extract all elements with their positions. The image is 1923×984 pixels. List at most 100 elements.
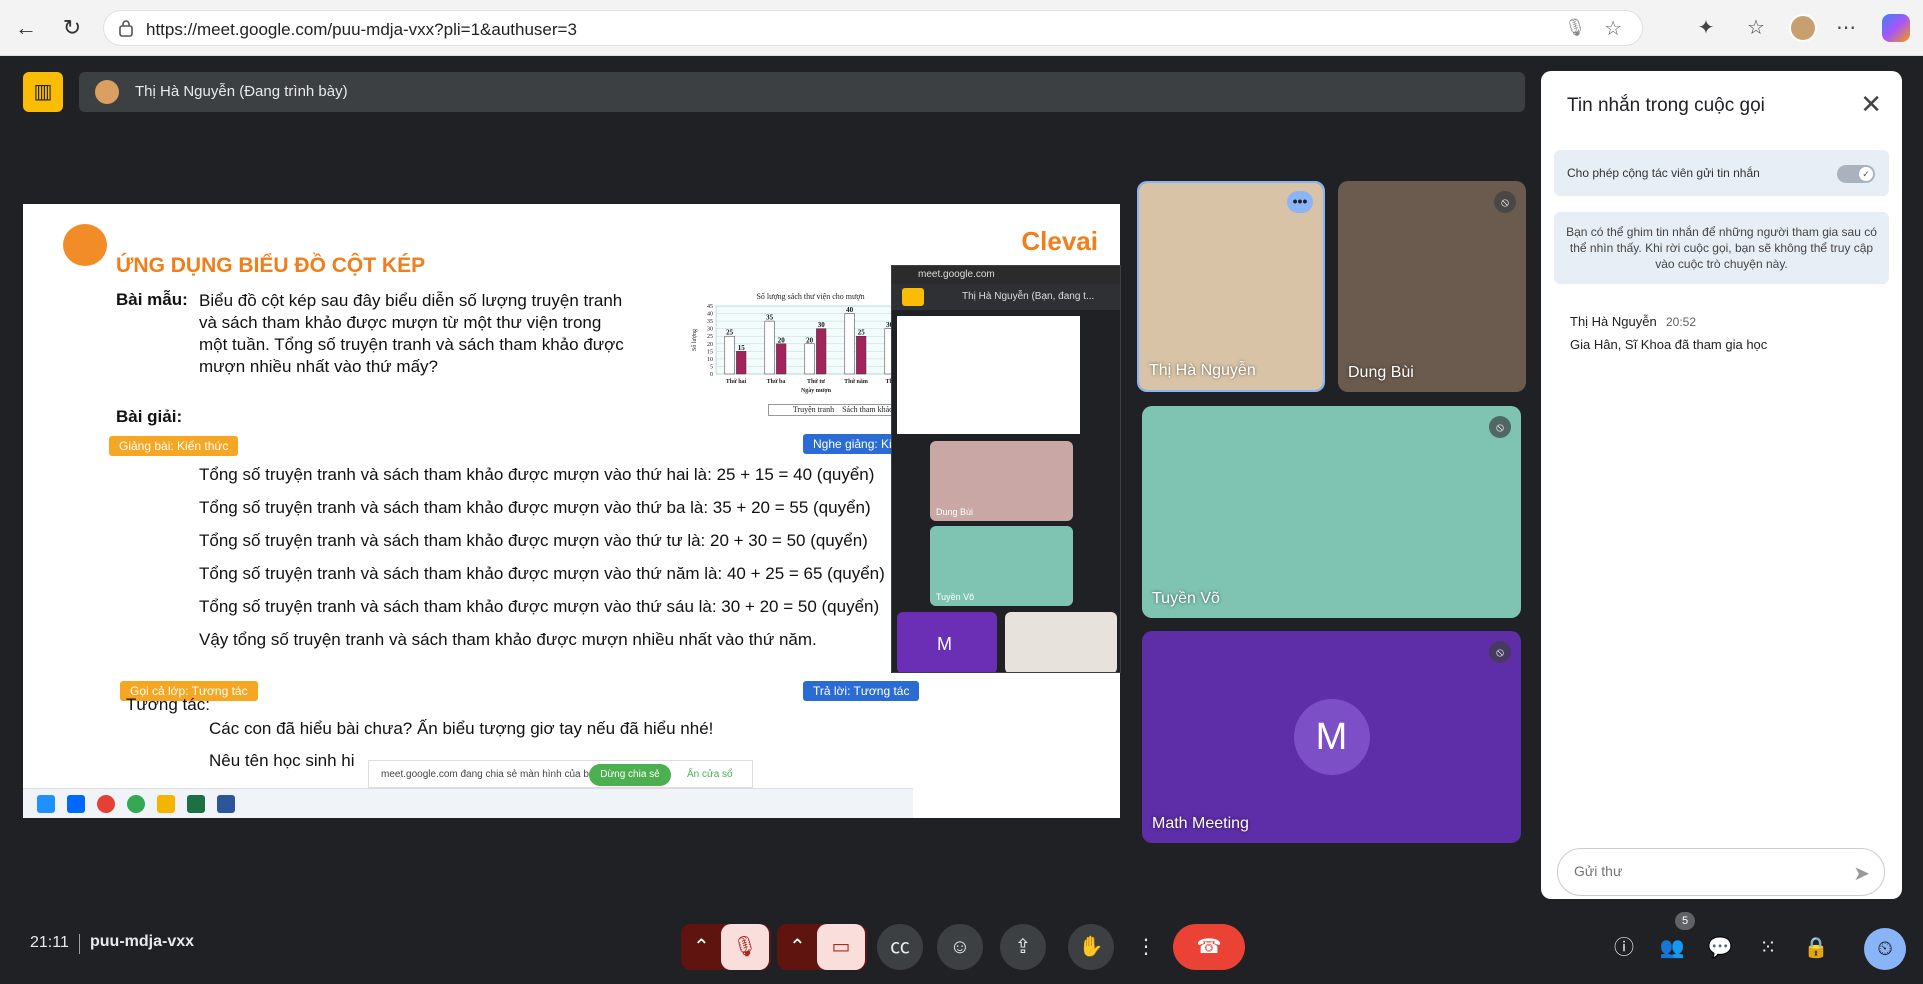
video-thi-ha-nguyen — [1139, 183, 1323, 390]
bar-2-4 — [856, 335, 867, 375]
clevai-logo: Clevai — [1021, 226, 1098, 256]
tile-math-meeting[interactable]: ⦸ M Math Meeting — [1142, 631, 1521, 843]
pin-info-box: Bạn có thể ghim tin nhắn để những người … — [1554, 212, 1889, 284]
pip-window[interactable]: meet.google.com Thị Hà Nguyễn (Bạn, đang… — [891, 265, 1121, 673]
browser-icon[interactable] — [127, 795, 145, 813]
x-tick-label: Thứ hai — [726, 379, 747, 385]
y-tick-label: 25 — [707, 334, 713, 340]
host-controls-icon[interactable]: 🔒 — [1802, 934, 1830, 962]
leave-call-button[interactable]: ☎ — [1173, 924, 1245, 970]
permission-toggle[interactable]: ✓ — [1837, 165, 1875, 183]
bar-value-label: 15 — [738, 344, 746, 352]
tile-dung-bui[interactable]: ⦸ Dung Bùi — [1338, 181, 1526, 392]
bar-value-label: 25 — [726, 329, 734, 337]
bar-2-1 — [736, 351, 747, 375]
pip-tile-m-initial: M — [937, 634, 952, 654]
activities-icon[interactable]: ⁙ — [1754, 934, 1782, 962]
raise-hand-button[interactable]: ✋ — [1068, 924, 1114, 970]
permission-label: Cho phép cộng tác viên gửi tin nhắn — [1567, 166, 1760, 180]
hide-window-link[interactable]: Ẩn cửa sổ — [687, 769, 733, 780]
mic-off-icon: ⦸ — [1494, 191, 1516, 213]
solution-line-5: Tổng số truyện tranh và sách tham khảo đ… — [199, 597, 880, 616]
video-dung-bui — [1338, 181, 1526, 392]
check-icon: ✓ — [1859, 167, 1873, 181]
bar-value-label: 35 — [766, 314, 774, 322]
profile-avatar[interactable] — [1789, 14, 1817, 42]
excel-icon[interactable] — [187, 795, 205, 813]
pip-tile-m[interactable]: M — [897, 612, 997, 672]
bar-2-3 — [816, 328, 827, 375]
captions-button[interactable]: ㏄ — [877, 924, 923, 970]
bar-value-label: 20 — [806, 336, 814, 344]
example-label: Bài mẫu: — [116, 290, 188, 309]
word-icon[interactable] — [217, 795, 235, 813]
slide-title: ỨNG DỤNG BIỂU ĐỒ CỘT KÉP — [116, 254, 426, 277]
y-tick-label: 20 — [707, 342, 713, 348]
pip-header: Thị Hà Nguyễn (Bạn, đang t... — [892, 284, 1120, 310]
x-tick-label: Thứ ba — [767, 379, 786, 385]
pip-presentation-icon[interactable] — [902, 288, 924, 306]
tile-thi-ha-nguyen[interactable]: ••• Thị Hà Nguyễn — [1137, 181, 1325, 392]
x-tick-label: Thứ tư — [807, 379, 825, 385]
info-icon[interactable]: ⓘ — [1610, 934, 1638, 962]
y-tick-label: 0 — [710, 372, 713, 378]
pip-tile-tuyen[interactable]: Tuyền Võ — [930, 526, 1073, 606]
bar-1-2 — [764, 320, 775, 375]
zalo-icon[interactable] — [67, 795, 85, 813]
y-tick-label: 10 — [707, 357, 713, 363]
divider — [79, 934, 80, 954]
chat-input[interactable] — [1574, 863, 1834, 879]
meet-area: ▥ Thị Hà Nguyễn (Đang trình bày) ỨNG DỤN… — [0, 57, 1923, 984]
reload-icon[interactable]: ↻ — [58, 14, 86, 42]
favorite-star-icon[interactable]: ☆ — [1604, 16, 1622, 41]
mic-icon[interactable]: 🎙 — [1564, 18, 1586, 38]
copilot-icon[interactable] — [1882, 14, 1910, 42]
example-line-3: một tuần. Tổng số truyện tranh và sách t… — [199, 335, 624, 354]
more-menu-icon[interactable]: ⋯ — [1832, 14, 1860, 42]
pip-tile-self[interactable] — [1005, 612, 1117, 672]
pip-tile-dung[interactable]: Dung Bùi — [930, 441, 1073, 521]
bar-value-label: 25 — [858, 329, 866, 337]
y-tick-label: 5 — [710, 364, 713, 370]
mic-off-button[interactable]: 🎙︎ — [721, 924, 769, 970]
pip-host: meet.google.com — [892, 266, 1120, 284]
bar-value-label: 40 — [846, 306, 854, 314]
message-text: Gia Hân, Sĩ Khoa đã tham gia học — [1570, 337, 1768, 352]
stop-sharing-button[interactable]: Dừng chia sẻ — [589, 764, 671, 786]
presentation-icon[interactable]: ▥ — [23, 72, 63, 112]
solution-line-3: Tổng số truyện tranh và sách tham khảo đ… — [199, 531, 868, 550]
tile-name-math-meeting: Math Meeting — [1152, 815, 1249, 832]
timer-icon[interactable]: ⏲ — [1864, 928, 1906, 970]
favorites-icon[interactable]: ☆ — [1742, 14, 1770, 42]
windows-start-icon[interactable] — [37, 795, 55, 813]
lock-icon — [119, 20, 133, 37]
legend-item-1: Truyện tranh — [792, 405, 835, 414]
pip-screen-thumbnail — [897, 316, 1080, 434]
extensions-icon[interactable]: ✦ — [1692, 14, 1720, 42]
tile-tuyen-vo[interactable]: ⦸ Tuyền Võ — [1142, 406, 1521, 618]
emoji-button[interactable]: ☺ — [937, 924, 983, 970]
file-explorer-icon[interactable] — [157, 795, 175, 813]
bar-value-label: 30 — [818, 321, 826, 329]
tag-lecture: Giảng bài: Kiến thức — [109, 436, 239, 456]
tile-name-dung-bui: Dung Bùi — [1348, 364, 1414, 381]
chat-input-box[interactable]: ➤ — [1557, 848, 1885, 896]
solution-line-2: Tổng số truyện tranh và sách tham khảo đ… — [199, 498, 871, 517]
close-icon[interactable]: ✕ — [1860, 89, 1882, 120]
camera-off-button[interactable]: ▭ — [817, 924, 865, 970]
tag-answer: Trả lời: Tương tác — [803, 681, 920, 701]
pip-tile-dung-name: Dung Bùi — [936, 507, 974, 517]
more-options-icon[interactable]: ••• — [1287, 191, 1313, 213]
chrome-icon[interactable] — [97, 795, 115, 813]
send-icon[interactable]: ➤ — [1853, 861, 1870, 886]
chat-icon[interactable]: 💬 — [1706, 934, 1734, 962]
present-screen-button[interactable]: ⇪ — [1000, 924, 1046, 970]
more-options-button[interactable]: ⋮ — [1133, 924, 1159, 970]
meeting-clock: 21:11 — [30, 934, 69, 951]
back-icon[interactable]: ← — [12, 14, 40, 42]
share-note-text: meet.google.com đang chia sẻ màn hình củ… — [381, 769, 603, 780]
address-bar[interactable]: https://meet.google.com/puu-mdja-vxx?pli… — [103, 10, 1643, 46]
people-icon[interactable]: 👥 — [1658, 934, 1686, 962]
browser-toolbar: ← ↻ https://meet.google.com/puu-mdja-vxx… — [0, 0, 1923, 56]
solution-line-1: Tổng số truyện tranh và sách tham khảo đ… — [199, 465, 875, 484]
